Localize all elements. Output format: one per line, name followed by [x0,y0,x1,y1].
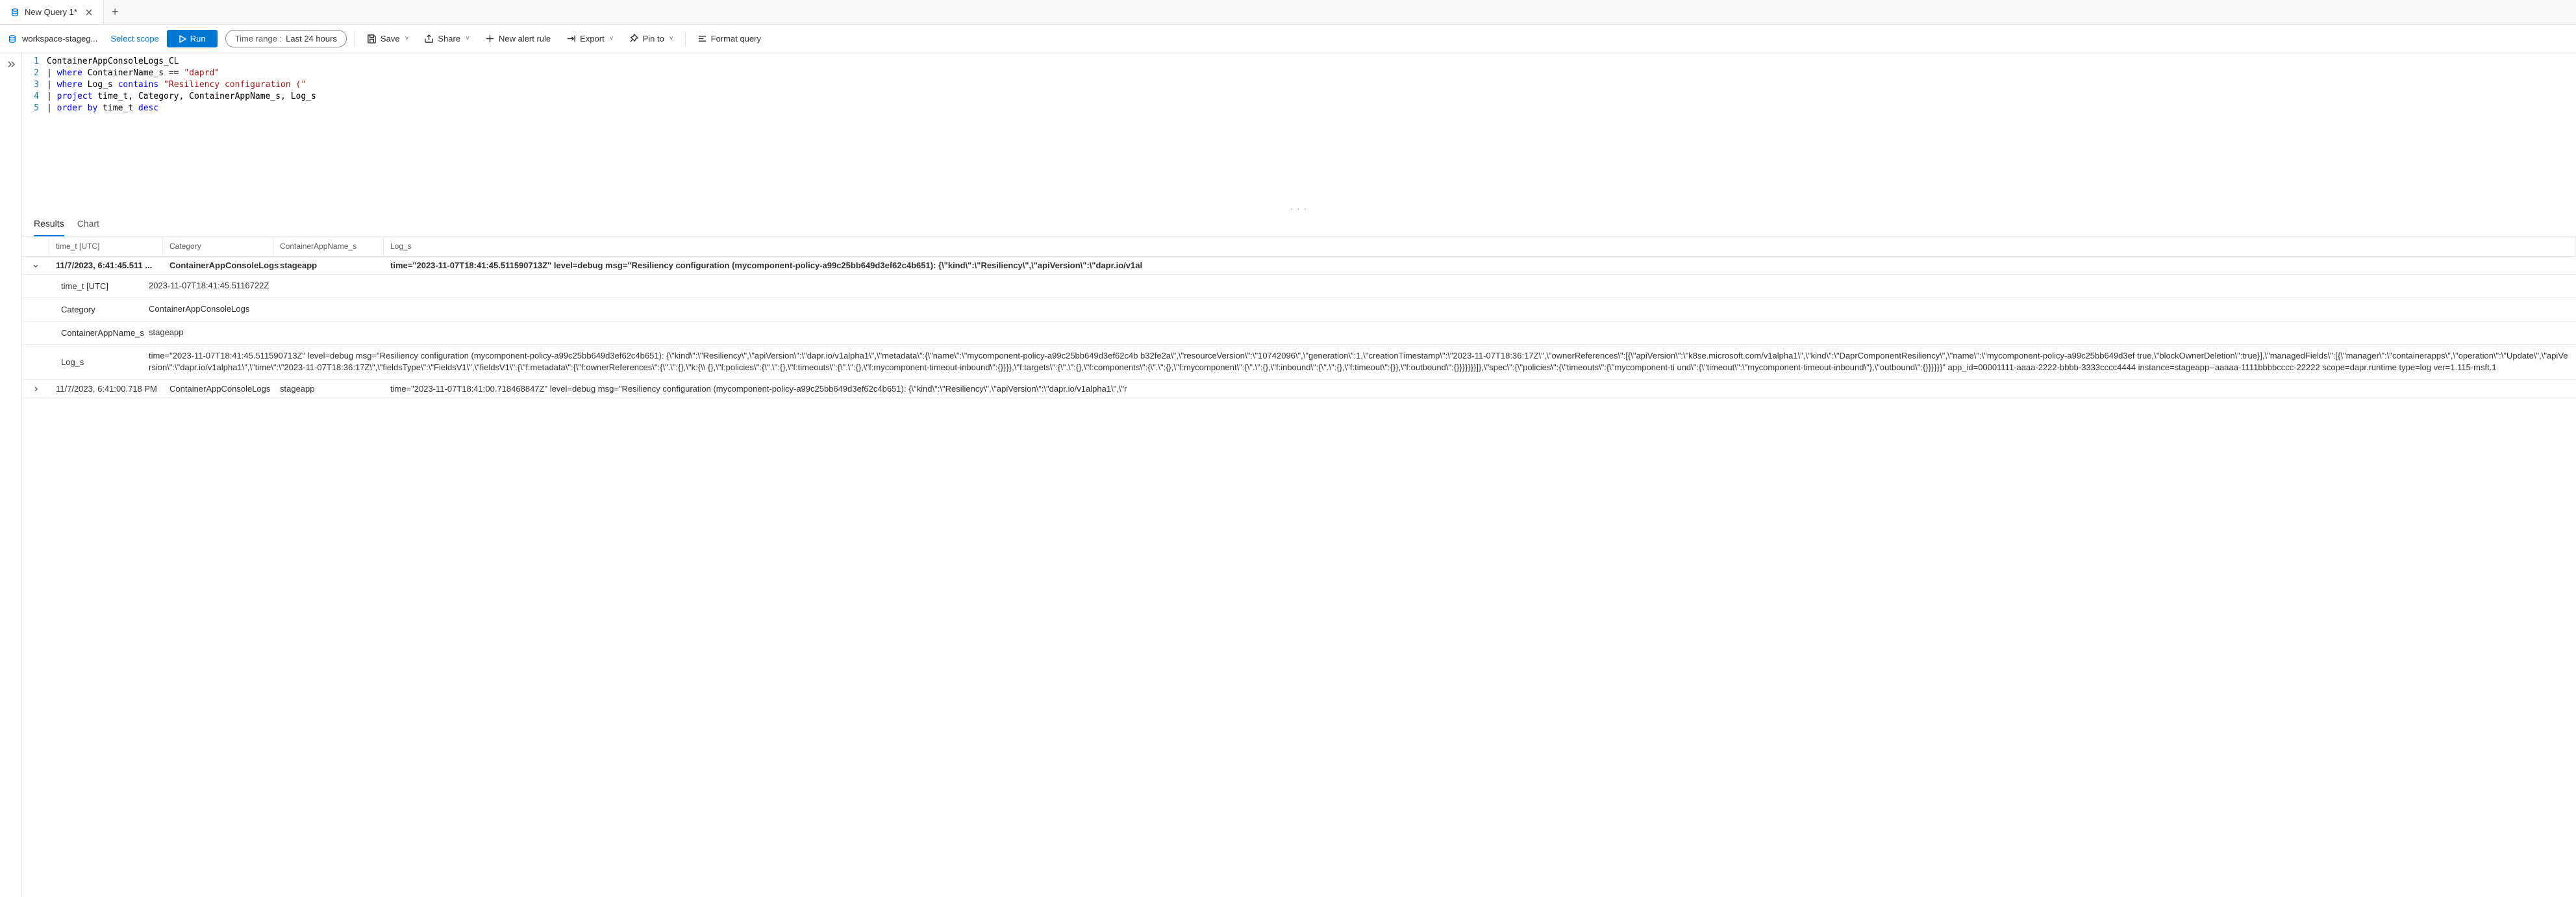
col-appname[interactable]: ContainerAppName_s [273,236,384,256]
query-editor[interactable]: 12345 ContainerAppConsoleLogs_CL | where… [22,53,2576,205]
detail-value: time="2023-11-07T18:41:45.511590713Z" le… [142,345,2576,380]
new-alert-button[interactable]: New alert rule [481,31,555,46]
export-button[interactable]: Export ˅ [562,31,617,46]
save-icon [367,34,377,44]
pane-splitter[interactable]: · · · [22,205,2576,212]
detail-value: stageapp [142,322,2576,344]
chevron-down-icon [32,262,40,270]
detail-label: Category [22,298,142,321]
select-scope-link[interactable]: Select scope [110,34,158,44]
save-button[interactable]: Save ˅ [363,31,412,46]
detail-label: time_t [UTC] [22,275,142,297]
workspace-name: workspace-stageg... [22,34,97,44]
export-icon [566,34,576,44]
chevron-down-icon: ˅ [669,35,673,42]
detail-row: Category ContainerAppConsoleLogs [22,298,2576,322]
chevron-right-icon [32,385,40,393]
workspace-icon [8,34,17,44]
detail-value: 2023-11-07T18:41:45.5116722Z [142,275,2576,297]
separator [685,32,686,46]
chevron-down-icon: ˅ [610,35,614,42]
detail-row: Log_s time="2023-11-07T18:41:45.51159071… [22,345,2576,381]
row-collapse-button[interactable] [22,258,49,273]
line-numbers: 12345 [22,56,47,114]
tab-chart[interactable]: Chart [77,212,99,236]
table-row[interactable]: 11/7/2023, 6:41:45.511 ... ContainerAppC… [22,257,2576,275]
pin-icon [629,34,639,44]
tab-results[interactable]: Results [34,212,64,236]
detail-label: ContainerAppName_s [22,322,142,344]
col-log[interactable]: Log_s [384,236,2576,256]
row-expand-button[interactable] [22,381,49,397]
format-query-button[interactable]: Format query [694,31,765,46]
close-icon[interactable] [85,8,93,16]
pin-button[interactable]: Pin to ˅ [625,31,677,46]
chevron-down-icon: ˅ [405,35,409,42]
chevron-down-icon: ˅ [466,35,469,42]
detail-value: ContainerAppConsoleLogs [142,298,2576,321]
add-tab-button[interactable]: + [104,5,127,19]
format-icon [697,34,707,44]
run-button[interactable]: Run [167,30,218,47]
code-area[interactable]: ContainerAppConsoleLogs_CL | where Conta… [47,56,2576,114]
play-icon [179,35,186,43]
detail-row: time_t [UTC] 2023-11-07T18:41:45.5116722… [22,275,2576,298]
detail-label: Log_s [22,345,142,380]
detail-row: ContainerAppName_s stageapp [22,322,2576,345]
workspace-selector[interactable]: workspace-stageg... [8,34,97,44]
time-range-selector[interactable]: Time range : Last 24 hours [225,30,347,47]
grid-header: time_t [UTC] Category ContainerAppName_s… [22,236,2576,257]
col-time[interactable]: time_t [UTC] [49,236,163,256]
query-tab[interactable]: New Query 1* [0,0,104,24]
expand-sidebar-button[interactable] [0,53,22,897]
tab-title: New Query 1* [25,7,77,17]
query-icon [10,8,19,17]
chevron-double-right-icon [6,60,16,69]
share-button[interactable]: Share ˅ [420,31,473,46]
plus-icon [485,34,495,44]
results-grid: time_t [UTC] Category ContainerAppName_s… [22,236,2576,897]
share-icon [424,34,434,44]
col-category[interactable]: Category [163,236,273,256]
table-row[interactable]: 11/7/2023, 6:41:00.718 PM ContainerAppCo… [22,380,2576,398]
